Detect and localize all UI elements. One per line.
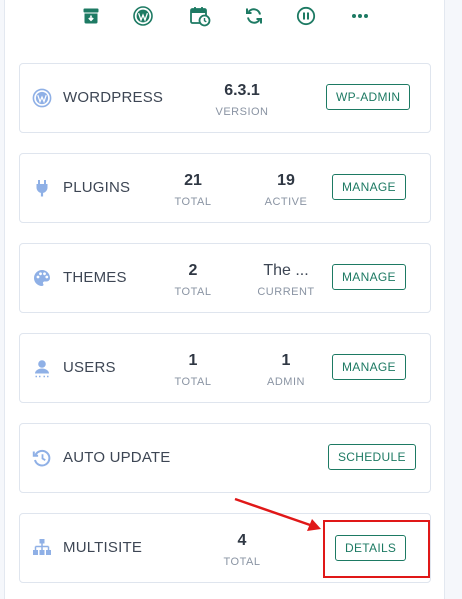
stat-value: 1 xyxy=(281,352,291,369)
manage-users-button[interactable]: MANAGE xyxy=(332,354,406,380)
history-icon xyxy=(32,448,52,468)
calendar-clock-icon[interactable] xyxy=(189,4,211,28)
manage-themes-button[interactable]: MANAGE xyxy=(332,264,406,290)
stat-label: ADMIN xyxy=(267,376,305,388)
plugins-total-stat: 21 TOTAL xyxy=(148,171,238,209)
annotation-highlight-box xyxy=(323,520,430,578)
card-title: PLUGINS xyxy=(63,179,131,196)
stat-value: 6.3.1 xyxy=(224,82,260,99)
auto-update-card: AUTO UPDATE SCHEDULE xyxy=(19,423,431,493)
stat-value: 1 xyxy=(188,352,198,369)
stat-label: VERSION xyxy=(215,106,269,118)
annotation-arrow xyxy=(234,497,321,531)
stat-value: 21 xyxy=(184,172,202,189)
users-card: USERS 1 TOTAL 1 ADMIN MANAGE xyxy=(19,333,431,403)
stat-label: CURRENT xyxy=(257,286,315,298)
site-panel: WORDPRESS 6.3.1 VERSION WP-ADMIN PLUGINS… xyxy=(4,0,445,599)
sync-icon[interactable] xyxy=(243,4,265,28)
stat-label: TOTAL xyxy=(174,376,212,388)
user-icon xyxy=(32,358,52,378)
stat-value: 19 xyxy=(277,172,295,189)
wp-admin-button[interactable]: WP-ADMIN xyxy=(326,84,411,110)
schedule-button[interactable]: SCHEDULE xyxy=(328,444,416,470)
plug-icon xyxy=(32,178,52,198)
wordpress-card: WORDPRESS 6.3.1 VERSION WP-ADMIN xyxy=(19,63,431,133)
users-total-stat: 1 TOTAL xyxy=(148,351,238,389)
wordpress-logo-icon xyxy=(32,88,52,108)
card-title: THEMES xyxy=(63,269,127,286)
themes-current-stat: The ... CURRENT xyxy=(241,261,331,299)
card-title: WORDPRESS xyxy=(63,89,164,106)
users-admin-stat: 1 ADMIN xyxy=(241,351,331,389)
archive-icon[interactable] xyxy=(80,4,102,28)
stat-label: TOTAL xyxy=(174,196,212,208)
sitemap-icon xyxy=(32,538,52,558)
palette-icon xyxy=(32,268,52,288)
wordpress-icon[interactable] xyxy=(132,4,154,28)
card-title: USERS xyxy=(63,359,116,376)
toolbar xyxy=(5,4,446,30)
stat-value: The ... xyxy=(263,262,309,279)
pause-circle-icon[interactable] xyxy=(295,4,317,28)
card-title: MULTISITE xyxy=(63,539,143,556)
stat-label: TOTAL xyxy=(174,286,212,298)
stat-label: TOTAL xyxy=(223,556,261,568)
plugins-card: PLUGINS 21 TOTAL 19 ACTIVE MANAGE xyxy=(19,153,431,223)
stat-value: 2 xyxy=(188,262,198,279)
card-title: AUTO UPDATE xyxy=(63,449,171,466)
manage-plugins-button[interactable]: MANAGE xyxy=(332,174,406,200)
version-stat: 6.3.1 VERSION xyxy=(197,81,287,119)
more-icon[interactable] xyxy=(349,4,371,28)
multisite-total-stat: 4 TOTAL xyxy=(197,531,287,569)
themes-total-stat: 2 TOTAL xyxy=(148,261,238,299)
stat-label: ACTIVE xyxy=(264,196,308,208)
themes-card: THEMES 2 TOTAL The ... CURRENT MANAGE xyxy=(19,243,431,313)
plugins-active-stat: 19 ACTIVE xyxy=(241,171,331,209)
